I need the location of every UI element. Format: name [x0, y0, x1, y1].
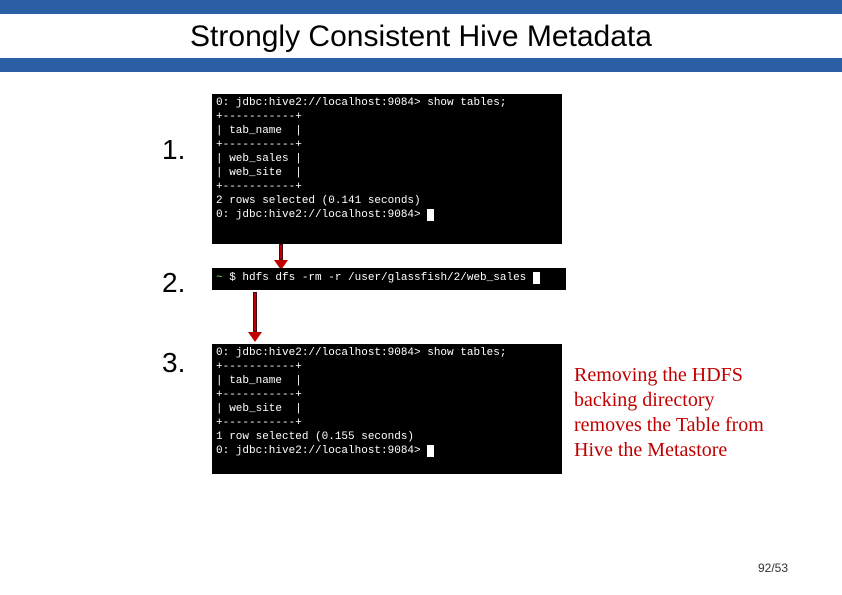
- t1-rule-top: +-----------+: [216, 111, 302, 123]
- arrow-down-icon: [248, 292, 262, 342]
- t3-footer: 1 row selected (0.155 seconds): [216, 431, 414, 443]
- t3-line1: 0: jdbc:hive2://localhost:9084> show tab…: [216, 347, 506, 359]
- t3-rule-mid: +-----------+: [216, 389, 302, 401]
- t3-rule-bot: +-----------+: [216, 417, 302, 429]
- page-number: 92/53: [758, 561, 788, 575]
- terminal-output-3: 0: jdbc:hive2://localhost:9084> show tab…: [212, 344, 562, 474]
- cursor-icon: [533, 272, 540, 284]
- cursor-icon: [427, 209, 434, 221]
- step-number-3: 3.: [162, 347, 185, 379]
- t1-rule-mid: +-----------+: [216, 139, 302, 151]
- t3-prompt: 0: jdbc:hive2://localhost:9084>: [216, 445, 421, 457]
- arrow-down-icon: [274, 244, 288, 270]
- t2-dollar: $: [229, 272, 242, 284]
- t1-row1: | web_sales |: [216, 153, 302, 165]
- cursor-icon: [427, 445, 434, 457]
- terminal-output-1: 0: jdbc:hive2://localhost:9084> show tab…: [212, 94, 562, 244]
- t1-line1: 0: jdbc:hive2://localhost:9084> show tab…: [216, 97, 506, 109]
- slide-body: 1. 2. 3. 0: jdbc:hive2://localhost:9084>…: [0, 72, 842, 595]
- slide-title: Strongly Consistent Hive Metadata: [0, 14, 842, 58]
- terminal-command-2: ~ $ hdfs dfs -rm -r /user/glassfish/2/we…: [212, 268, 566, 290]
- step-number-1: 1.: [162, 134, 185, 166]
- t3-header: | tab_name |: [216, 375, 302, 387]
- t3-rule-top: +-----------+: [216, 361, 302, 373]
- title-bar: Strongly Consistent Hive Metadata: [0, 0, 842, 72]
- t2-user: ~: [216, 272, 223, 284]
- t1-footer: 2 rows selected (0.141 seconds): [216, 195, 421, 207]
- t1-prompt: 0: jdbc:hive2://localhost:9084>: [216, 209, 421, 221]
- t1-rule-bot: +-----------+: [216, 181, 302, 193]
- t1-header: | tab_name |: [216, 125, 302, 137]
- step-number-2: 2.: [162, 267, 185, 299]
- t3-row1: | web_site |: [216, 403, 302, 415]
- t2-cmd: hdfs dfs -rm -r /user/glassfish/2/web_sa…: [242, 272, 526, 284]
- t1-row2: | web_site |: [216, 167, 302, 179]
- caption-text: Removing the HDFS backing directory remo…: [574, 363, 784, 463]
